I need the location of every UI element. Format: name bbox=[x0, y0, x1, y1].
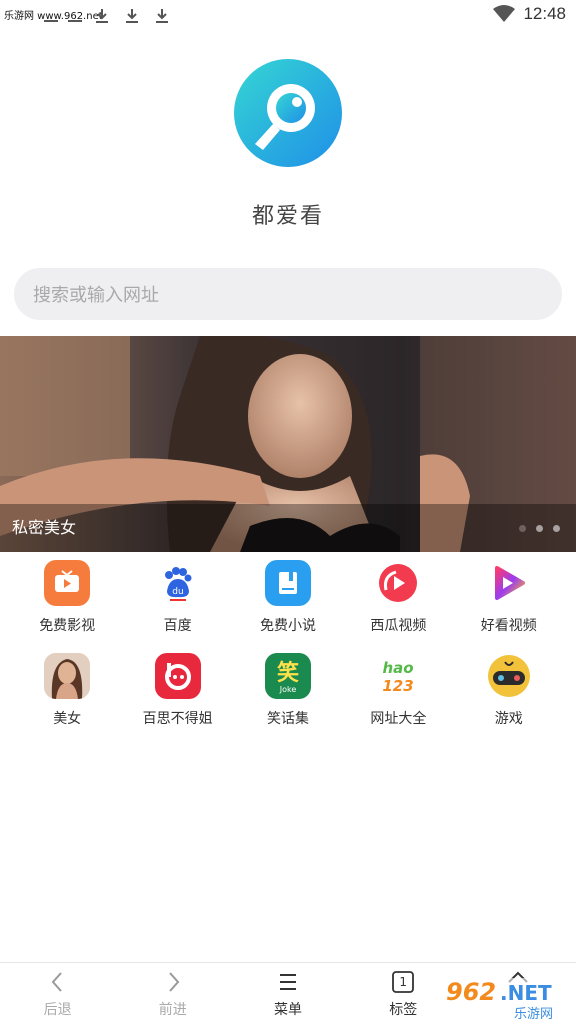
forward-button[interactable]: 前进 bbox=[115, 963, 230, 1025]
woman-photo-icon[interactable] bbox=[44, 653, 91, 699]
app-title: 都爱看 bbox=[251, 204, 324, 229]
back-label: 后退 bbox=[43, 1002, 72, 1018]
minus-icon bbox=[44, 20, 58, 22]
shortcut-games[interactable]: 游戏 bbox=[454, 653, 564, 728]
notification-icons bbox=[44, 6, 172, 26]
back-button[interactable]: 后退 bbox=[0, 963, 115, 1025]
svg-text:du: du bbox=[172, 587, 183, 597]
carousel-dot[interactable] bbox=[553, 525, 560, 532]
banner-caption-overlay bbox=[0, 504, 576, 552]
download-icon bbox=[126, 9, 138, 23]
tv-play-icon[interactable] bbox=[44, 560, 91, 606]
svg-text:.NET: .NET bbox=[500, 981, 552, 1005]
joke-icon[interactable]: 笑 Joke bbox=[264, 653, 311, 699]
shortcut-label: 笑话集 bbox=[266, 711, 309, 727]
svg-text:Joke: Joke bbox=[279, 685, 297, 694]
site-watermark-logo: 962 .NET 乐游网 bbox=[438, 978, 572, 1022]
shortcut-free-movies[interactable]: 免费影视 bbox=[12, 560, 122, 635]
shortcut-budejie[interactable]: 百思不得姐 bbox=[122, 653, 232, 728]
download-icon bbox=[96, 9, 108, 23]
shortcut-label: 百度 bbox=[163, 618, 192, 634]
wifi-icon bbox=[493, 5, 516, 22]
shortcut-label: 美女 bbox=[53, 711, 82, 727]
shortcut-label: 网址大全 bbox=[370, 711, 427, 727]
shortcut-free-novels[interactable]: 免费小说 bbox=[233, 560, 343, 635]
tab-count: 1 bbox=[399, 975, 408, 989]
download-icon bbox=[156, 9, 168, 23]
shortcut-grid: 免费影视 du 百度 免费小说 西瓜视频 好看视频 美女 百思不得姐 笑 Jok… bbox=[12, 560, 564, 728]
chevron-right-icon bbox=[169, 972, 180, 992]
shortcut-xigua-video[interactable]: 西瓜视频 bbox=[343, 560, 453, 635]
shortcut-label: 西瓜视频 bbox=[370, 618, 427, 634]
menu-button[interactable]: 菜单 bbox=[230, 963, 345, 1025]
haokan-play-icon[interactable] bbox=[485, 560, 532, 606]
shortcut-label: 免费小说 bbox=[259, 618, 316, 634]
forward-label: 前进 bbox=[158, 1002, 187, 1018]
banner-caption[interactable]: 私密美女 bbox=[12, 514, 76, 538]
menu-icon bbox=[280, 974, 296, 990]
clock: 12:48 bbox=[523, 4, 566, 23]
game-controller-icon[interactable] bbox=[485, 653, 532, 699]
search-input[interactable] bbox=[31, 268, 566, 322]
baidu-paw-icon[interactable]: du bbox=[154, 560, 201, 606]
book-icon[interactable] bbox=[264, 560, 311, 606]
tab-count-icon: 1 bbox=[390, 969, 416, 995]
shortcut-label: 好看视频 bbox=[480, 618, 537, 634]
shortcut-label: 游戏 bbox=[494, 711, 523, 727]
hao123-icon[interactable]: hao 123 bbox=[375, 653, 422, 699]
svg-text:笑: 笑 bbox=[277, 660, 299, 686]
menu-label: 菜单 bbox=[274, 1002, 302, 1018]
shortcut-hao123[interactable]: hao 123 网址大全 bbox=[343, 653, 453, 728]
shortcut-label: 免费影视 bbox=[39, 618, 96, 634]
chevron-left-icon bbox=[51, 972, 62, 992]
svg-text:乐游网: 乐游网 bbox=[514, 1007, 553, 1022]
search-box[interactable] bbox=[14, 268, 566, 322]
svg-text:962: 962 bbox=[446, 978, 496, 1006]
xigua-play-icon[interactable] bbox=[375, 560, 422, 606]
carousel-indicator bbox=[519, 525, 560, 532]
status-bar: 乐游网 www.962.net 12:48 bbox=[0, 0, 576, 32]
svg-text:hao: hao bbox=[383, 659, 414, 677]
carousel-dot[interactable] bbox=[536, 525, 543, 532]
banner-carousel[interactable]: 私密美女 bbox=[0, 336, 576, 552]
shortcut-jokes[interactable]: 笑 Joke 笑话集 bbox=[233, 653, 343, 728]
shortcut-label: 百思不得姐 bbox=[142, 711, 213, 727]
shortcut-haokan-video[interactable]: 好看视频 bbox=[454, 560, 564, 635]
carousel-dot[interactable] bbox=[519, 525, 526, 532]
shortcut-beauty[interactable]: 美女 bbox=[12, 653, 122, 728]
minus-icon bbox=[68, 20, 82, 22]
shortcut-baidu[interactable]: du 百度 bbox=[122, 560, 232, 635]
budejie-icon[interactable] bbox=[154, 653, 201, 699]
tabs-label: 标签 bbox=[389, 1002, 418, 1018]
svg-text:123: 123 bbox=[383, 677, 414, 695]
app-logo-icon bbox=[234, 59, 342, 167]
